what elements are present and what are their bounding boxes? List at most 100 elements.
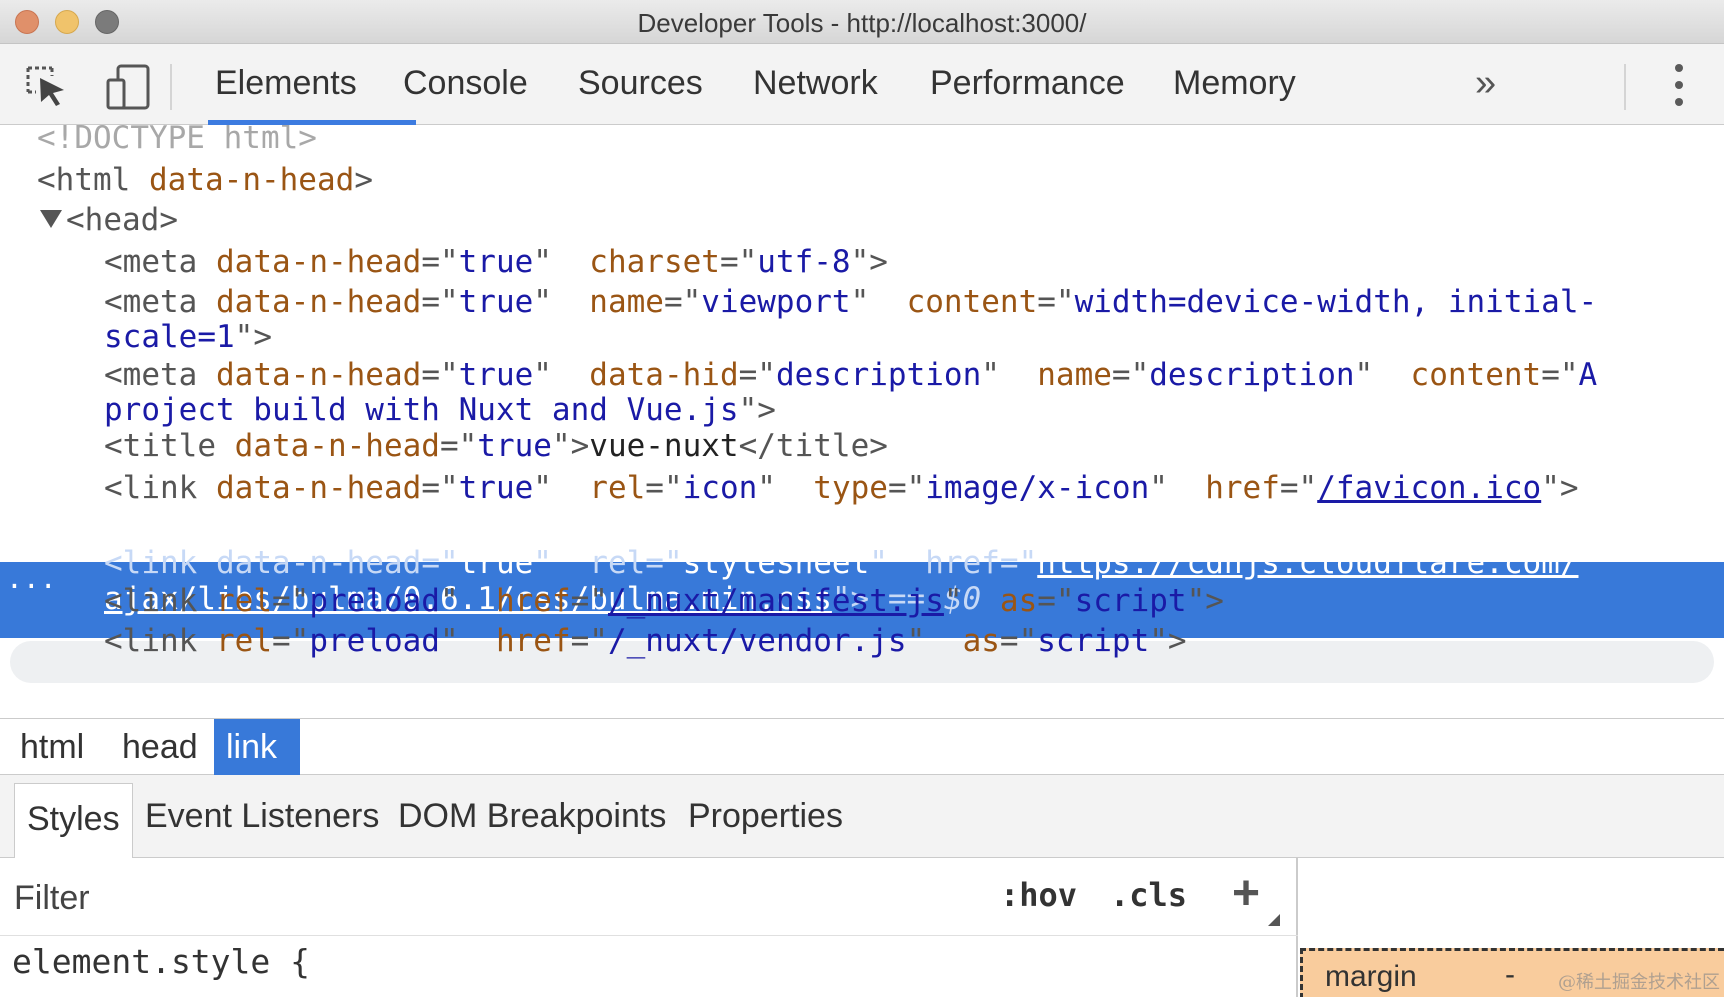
tag-text: <link: [104, 470, 198, 506]
dom-doctype[interactable]: <!DOCTYPE html>: [37, 125, 317, 157]
styles-filter-input[interactable]: [14, 878, 714, 918]
corner-triangle-icon[interactable]: [1268, 914, 1280, 926]
attr-value: scale=1: [104, 319, 235, 355]
margin-label: margin: [1325, 960, 1417, 993]
attr-value: A: [1578, 357, 1598, 393]
dom-node-meta-viewport[interactable]: <meta data-n-head="true" name="viewport"…: [104, 283, 1597, 321]
tag-text: <head>: [66, 202, 178, 238]
attr-name: as: [999, 583, 1038, 619]
tab-elements[interactable]: Elements: [215, 64, 357, 103]
attr-name: content: [906, 284, 1038, 320]
attr-value: script: [1037, 623, 1150, 659]
more-tabs-button[interactable]: »: [1475, 62, 1496, 105]
attr-value: project build with Nuxt and Vue.js: [104, 392, 739, 428]
attr-name: rel: [589, 470, 646, 506]
attr-value: script: [1074, 583, 1187, 619]
attr-name: rel: [216, 623, 272, 659]
attr-value: true: [458, 284, 534, 320]
tag-text: </title>: [738, 428, 888, 464]
tab-network[interactable]: Network: [753, 64, 878, 103]
attr-value: preload: [309, 583, 440, 619]
breadcrumb: html head link: [0, 718, 1724, 775]
tag-text: <link: [104, 545, 198, 581]
attr-value: true: [458, 357, 534, 393]
element-style-rule[interactable]: element.style {: [12, 942, 310, 981]
device-toolbar-icon[interactable]: [104, 62, 154, 112]
tab-styles[interactable]: Styles: [14, 783, 133, 858]
collapse-triangle-icon[interactable]: [40, 210, 62, 228]
inspect-element-icon[interactable]: [22, 62, 72, 112]
dom-node-meta-charset[interactable]: <meta data-n-head="true" charset="utf-8"…: [104, 243, 888, 281]
tab-dom-breakpoints[interactable]: DOM Breakpoints: [398, 775, 666, 857]
dom-node-link-icon[interactable]: <link data-n-head="true" rel="icon" type…: [104, 469, 1579, 507]
attr-name: charset: [589, 244, 720, 280]
attr-value: image/x-icon: [925, 470, 1150, 506]
toolbar-divider: [170, 64, 172, 110]
attr-name: data-n-head: [216, 244, 422, 280]
attr-value: stylesheet: [682, 545, 870, 581]
attr-value: viewport: [701, 284, 851, 320]
attr-name: as: [962, 623, 1000, 659]
sidebar-tabs: Styles Event Listeners DOM Breakpoints P…: [0, 775, 1724, 858]
attr-name: name: [1037, 357, 1112, 393]
attr-name: data-n-head: [216, 470, 422, 506]
dom-node-title[interactable]: <title data-n-head="true">vue-nuxt</titl…: [104, 427, 888, 465]
kebab-menu-icon[interactable]: [1664, 60, 1694, 110]
devtools-toolbar: Elements Console Sources Network Perform…: [0, 44, 1724, 125]
attr-name: rel: [216, 583, 272, 619]
filter-row: :hov .cls +: [0, 858, 1298, 936]
toolbar-divider: [1624, 64, 1626, 110]
window-titlebar: Developer Tools - http://localhost:3000/: [0, 0, 1724, 44]
dom-node-html[interactable]: <html data-n-head>: [37, 161, 373, 199]
attr-value: true: [477, 428, 552, 464]
attr-value: true: [458, 470, 534, 506]
attr-value: true: [458, 545, 534, 581]
tag-text: <meta: [104, 244, 198, 280]
attr-value: width=device-width, initial-: [1074, 284, 1598, 320]
attr-value: description: [775, 357, 982, 393]
attr-name: type: [813, 470, 888, 506]
class-toggle[interactable]: .cls: [1110, 876, 1187, 914]
manifest-link[interactable]: /_nuxt/manifest.js: [608, 583, 944, 619]
attr-name: href: [1205, 470, 1280, 506]
title-text: vue-nuxt: [589, 428, 739, 464]
hover-state-toggle[interactable]: :hov: [1000, 876, 1077, 914]
watermark: @稀土掘金技术社区: [1558, 972, 1720, 993]
tab-memory[interactable]: Memory: [1173, 64, 1296, 103]
tag-text: <html: [37, 162, 131, 198]
bulma-css-link[interactable]: https://cdnjs.cloudflare.com/: [1037, 545, 1578, 581]
dom-node-meta-description-cont[interactable]: project build with Nuxt and Vue.js">: [104, 391, 776, 429]
attr-name: data-n-head: [234, 428, 440, 464]
dom-node-head[interactable]: <head>: [40, 201, 178, 239]
favicon-link[interactable]: /favicon.ico: [1317, 470, 1541, 506]
dom-node-link-preload-manifest[interactable]: <link rel="preload" href="/_nuxt/manifes…: [104, 582, 1224, 620]
tab-event-listeners[interactable]: Event Listeners: [145, 775, 379, 857]
window-title: Developer Tools - http://localhost:3000/: [637, 8, 1087, 38]
attr-value: /_nuxt/vendor.js: [607, 623, 907, 659]
attr-name: content: [1410, 357, 1542, 393]
attr-value: true: [458, 244, 534, 280]
tag-text: <meta: [104, 357, 198, 393]
tab-properties[interactable]: Properties: [688, 775, 843, 857]
tab-console[interactable]: Console: [403, 64, 528, 103]
attr-name: data-n-head: [216, 357, 422, 393]
tab-sources[interactable]: Sources: [578, 64, 703, 103]
attr-value: description: [1149, 357, 1355, 393]
tag-text: <title: [104, 428, 216, 464]
attr-value: utf-8: [757, 244, 851, 280]
margin-value[interactable]: -: [1505, 958, 1515, 992]
new-style-rule-button[interactable]: +: [1232, 866, 1260, 921]
dom-node-meta-description[interactable]: <meta data-n-head="true" data-hid="descr…: [104, 356, 1597, 394]
tab-performance[interactable]: Performance: [930, 64, 1125, 103]
tag-text: <meta: [104, 284, 198, 320]
dom-node-link-preload-vendor[interactable]: <link rel="preload" href="/_nuxt/vendor.…: [104, 622, 1187, 660]
attr-name: rel: [589, 545, 646, 581]
breadcrumb-link[interactable]: link: [214, 719, 300, 775]
attr-name: data-n-head: [149, 162, 355, 198]
dom-node-link-stylesheet[interactable]: <link data-n-head="true" rel="stylesheet…: [104, 544, 1579, 582]
tag-text: <link: [104, 583, 198, 619]
attr-name: data-hid: [589, 357, 739, 393]
dom-node-meta-viewport-cont[interactable]: scale=1">: [104, 318, 272, 356]
breadcrumb-html[interactable]: html: [8, 719, 96, 775]
breadcrumb-head[interactable]: head: [110, 719, 210, 775]
